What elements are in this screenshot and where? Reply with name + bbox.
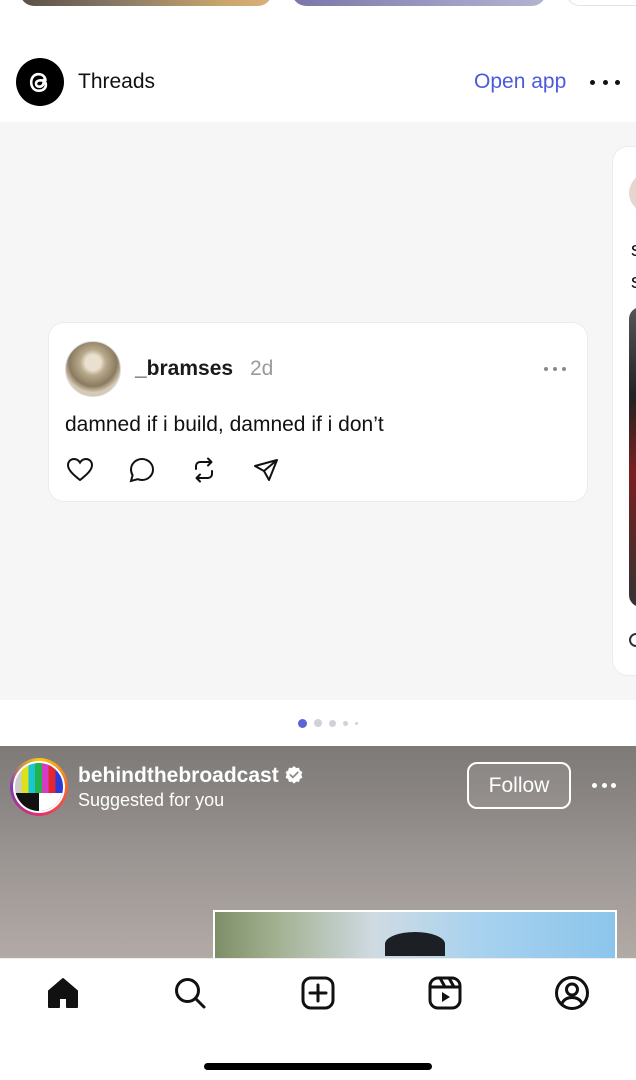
post-username[interactable]: _bramses [135,357,233,381]
more-horizontal-icon[interactable] [544,367,566,373]
search-icon[interactable] [172,975,208,1011]
repost-icon[interactable] [189,455,219,485]
thread-post-card[interactable]: _bramses 2d damned if i build, damned if… [48,322,588,502]
thread-post-card[interactable]: s s [612,146,636,676]
carousel-dot-active [298,718,307,728]
top-carousel-strip [0,0,636,12]
threads-widget-header: Threads Open app [0,56,636,110]
bottom-nav [0,958,636,1080]
avatar[interactable] [65,341,121,397]
profile-icon[interactable] [554,975,590,1011]
more-horizontal-icon[interactable] [592,783,616,789]
home-indicator [204,1063,432,1070]
top-carousel-card[interactable] [566,0,636,6]
carousel-dot [355,721,358,725]
create-icon[interactable] [300,975,336,1011]
post-image[interactable] [213,910,617,958]
top-carousel-card[interactable] [292,0,546,6]
carousel-dot [314,719,322,727]
open-app-link[interactable]: Open app [474,70,566,94]
threads-app-name: Threads [78,70,156,93]
suggested-label: Suggested for you [78,790,225,810]
threads-carousel[interactable]: _bramses 2d damned if i build, damned if… [0,122,636,700]
follow-button[interactable]: Follow [467,762,571,809]
carousel-dot [329,719,336,727]
verified-badge-icon [285,766,303,784]
carousel-pagination [298,718,358,728]
suggested-post[interactable]: behindthebroadcast Suggested for you Fol… [0,746,636,958]
home-icon[interactable] [45,975,81,1011]
threads-logo-icon[interactable] [16,58,64,106]
post-username[interactable]: behindthebroadcast [78,764,279,788]
more-horizontal-icon[interactable] [590,70,620,94]
send-icon[interactable] [251,455,281,485]
reels-icon[interactable] [427,975,463,1011]
avatar[interactable] [10,758,68,816]
top-carousel-card[interactable] [20,0,272,6]
heart-icon[interactable] [629,633,636,647]
post-text: damned if i build, damned if i don’t [65,413,384,436]
heart-icon[interactable] [65,455,95,485]
post-text: s [631,239,636,262]
comment-icon[interactable] [127,455,157,485]
post-image[interactable] [629,307,636,607]
avatar[interactable] [629,173,636,213]
post-time: 2d [250,357,274,380]
carousel-dot [343,720,348,726]
post-text: s [631,271,636,294]
